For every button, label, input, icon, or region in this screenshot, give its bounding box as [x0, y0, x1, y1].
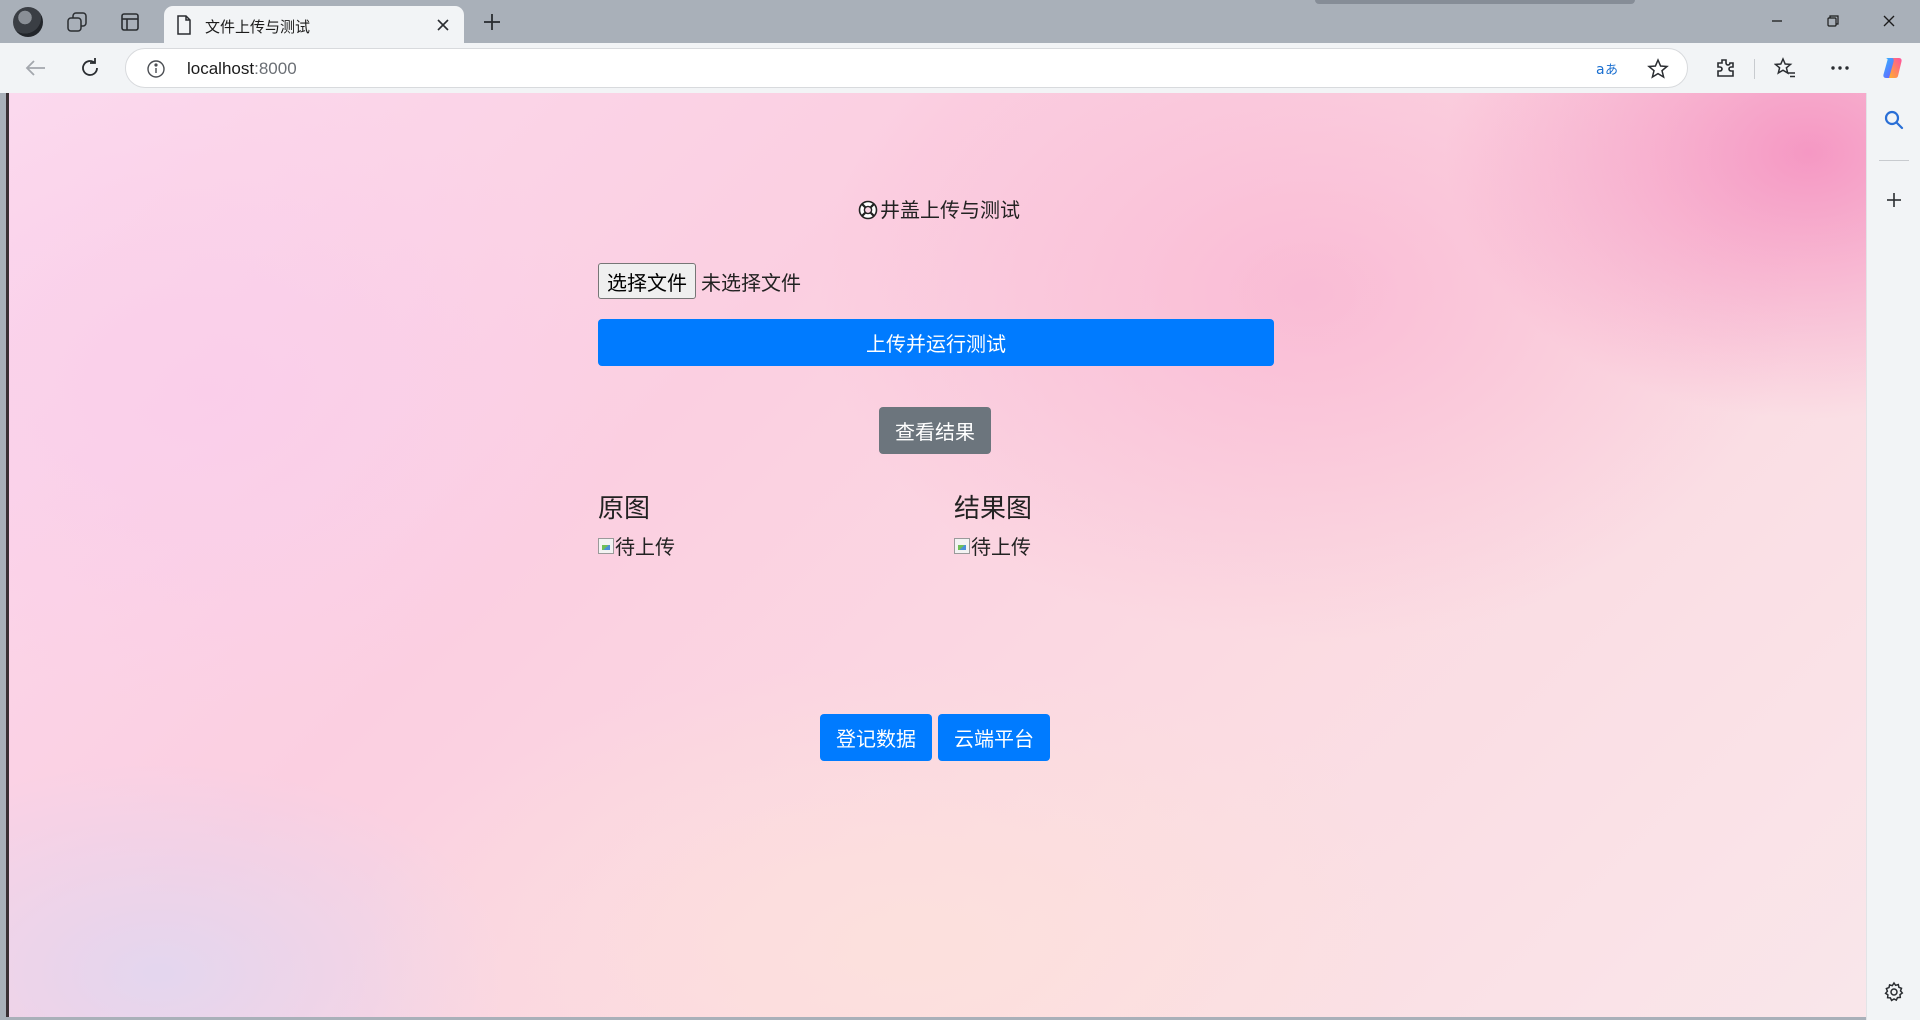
sidebar-search-icon[interactable]: [1881, 107, 1907, 133]
original-image-alt: 待上传: [615, 535, 675, 559]
result-image-panel: 结果图 待上传: [954, 493, 1032, 560]
minimize-icon[interactable]: [1754, 6, 1800, 36]
tab-strip: 文件上传与测试: [0, 0, 1920, 43]
page-title-text: 井盖上传与测试: [880, 198, 1020, 222]
tab-close-icon[interactable]: [432, 14, 454, 36]
tab-title: 文件上传与测试: [205, 18, 311, 36]
result-image-alt: 待上传: [971, 535, 1031, 559]
original-image-panel: 原图 待上传: [598, 493, 675, 560]
favorites-icon[interactable]: [1769, 52, 1801, 84]
new-tab-icon[interactable]: [478, 8, 506, 36]
back-icon[interactable]: [19, 52, 51, 84]
browser-toolbar: localhost:8000 aあ: [0, 43, 1920, 93]
lifebuoy-icon: [858, 200, 878, 225]
view-results-button[interactable]: 查看结果: [879, 407, 991, 454]
refresh-icon[interactable]: [74, 52, 106, 84]
copilot-icon[interactable]: [1877, 52, 1909, 84]
toolbar-separator: [1754, 59, 1755, 79]
read-aloud-icon[interactable]: aあ: [1596, 57, 1620, 81]
file-input: 选择文件 未选择文件: [598, 263, 801, 299]
more-menu-icon[interactable]: [1824, 52, 1856, 84]
result-image: 待上传: [954, 531, 1032, 560]
sidebar-separator: [1879, 160, 1909, 161]
page-icon: [176, 15, 192, 39]
edge-sidebar: [1866, 93, 1920, 1020]
site-info-icon[interactable]: [146, 59, 166, 83]
tab-active[interactable]: 文件上传与测试: [164, 6, 464, 43]
window-edge-shadow: [1315, 0, 1635, 4]
broken-image-icon: [598, 537, 614, 554]
svg-text:あ: あ: [1605, 63, 1618, 78]
broken-image-icon: [954, 537, 970, 554]
workspaces-icon[interactable]: [64, 9, 90, 35]
profile-avatar[interactable]: [13, 7, 43, 37]
register-data-button[interactable]: 登记数据: [820, 714, 932, 761]
page-title: 井盖上传与测试: [9, 194, 1866, 225]
vertical-tabs-icon[interactable]: [117, 9, 143, 35]
sidebar-add-icon[interactable]: [1881, 187, 1907, 213]
original-image-title: 原图: [598, 494, 651, 524]
favorite-star-icon[interactable]: [1646, 57, 1670, 81]
url-text: localhost:8000: [187, 59, 297, 78]
sidebar-settings-icon[interactable]: [1881, 979, 1907, 1005]
svg-text:a: a: [1596, 62, 1605, 78]
original-image: 待上传: [598, 531, 675, 560]
choose-file-button[interactable]: 选择文件: [598, 263, 696, 299]
file-status: 未选择文件: [701, 270, 801, 295]
result-image-title: 结果图: [954, 494, 1033, 524]
extensions-icon[interactable]: [1709, 52, 1741, 84]
window-close-icon[interactable]: [1866, 6, 1912, 36]
restore-icon[interactable]: [1810, 6, 1856, 36]
upload-and-test-button[interactable]: 上传并运行测试: [598, 319, 1274, 366]
cloud-platform-button[interactable]: 云端平台: [938, 714, 1050, 761]
address-bar[interactable]: localhost:8000 aあ: [125, 48, 1688, 88]
page-viewport: 井盖上传与测试 选择文件 未选择文件 上传并运行测试 查看结果 原图 待上传 结…: [6, 93, 1866, 1017]
